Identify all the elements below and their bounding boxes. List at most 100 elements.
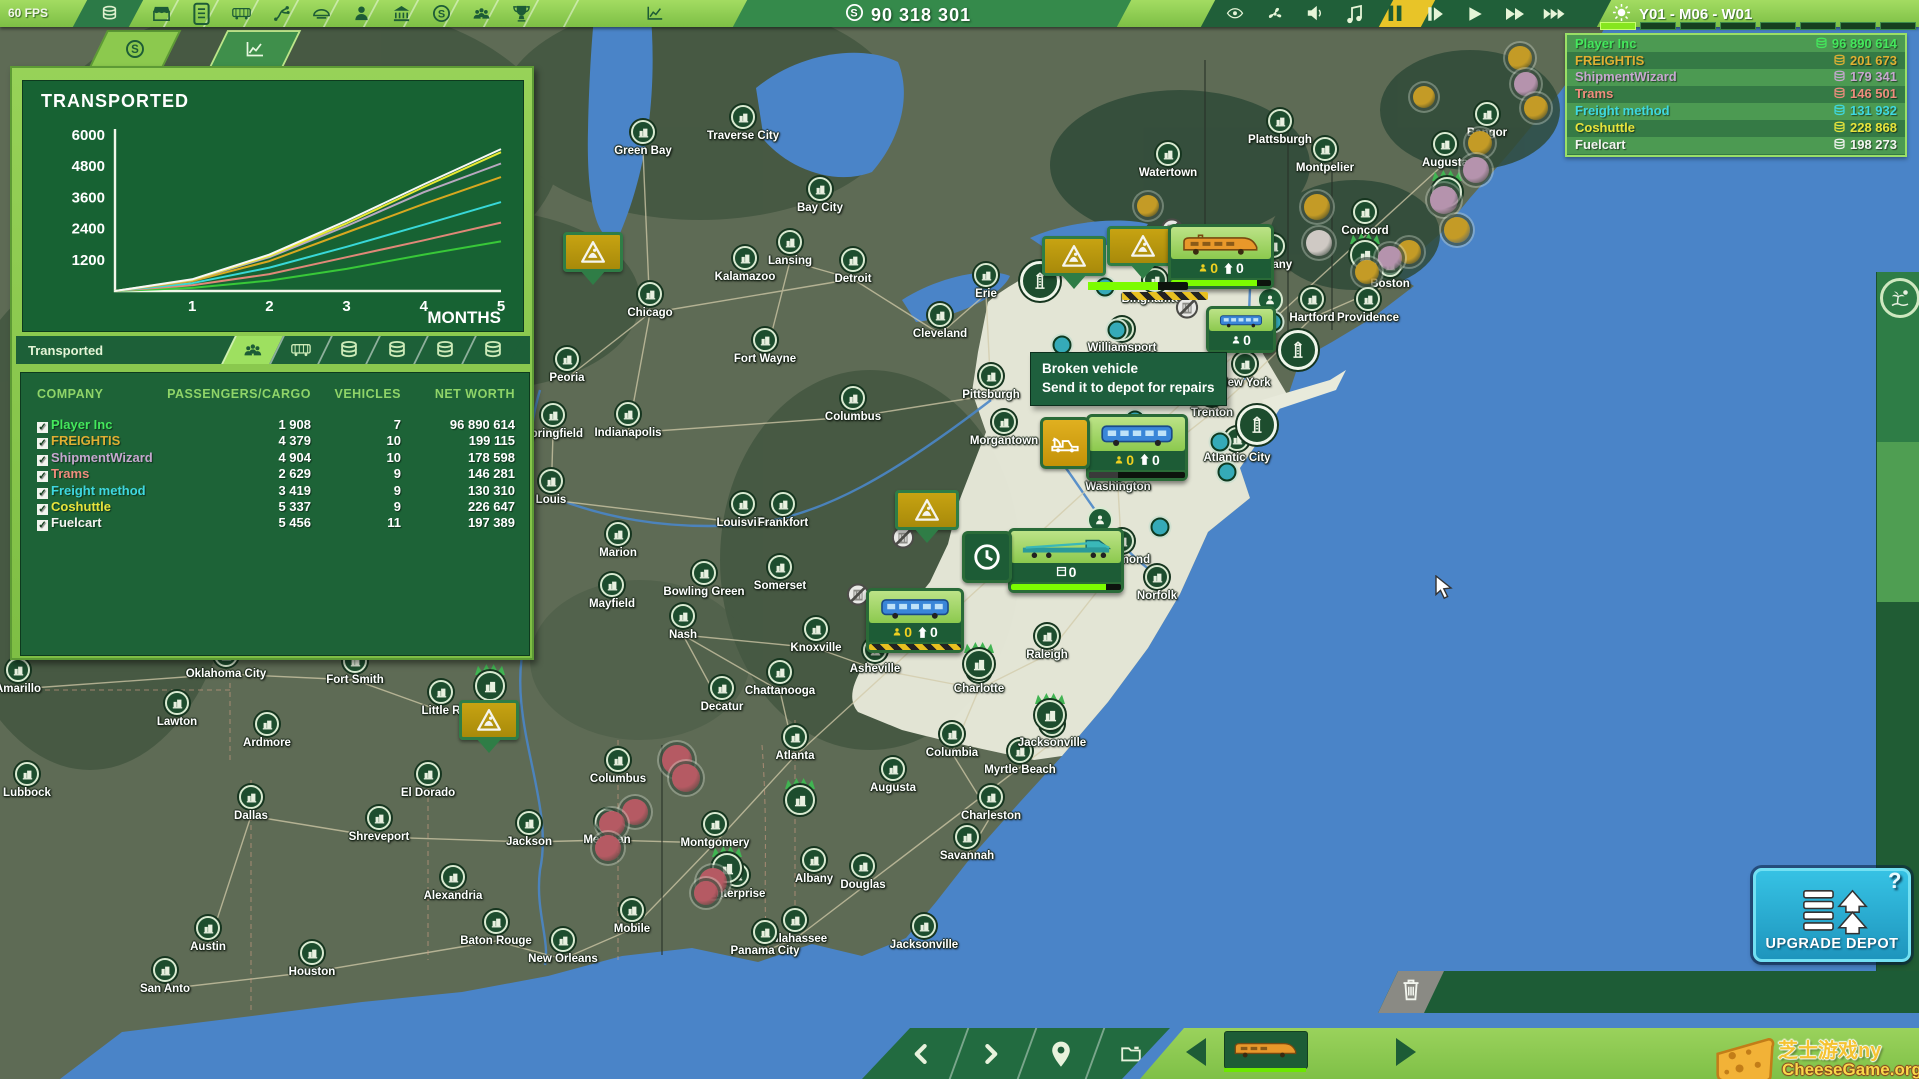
metro-city-marker[interactable] bbox=[1237, 405, 1277, 445]
city-marker[interactable] bbox=[153, 958, 177, 982]
city-marker[interactable] bbox=[731, 492, 755, 516]
company-checkbox[interactable]: ✓ bbox=[37, 471, 48, 482]
city-marker[interactable] bbox=[955, 825, 979, 849]
music-button[interactable] bbox=[1342, 3, 1368, 24]
city-marker[interactable] bbox=[783, 908, 807, 932]
city-marker[interactable] bbox=[808, 177, 832, 201]
city-marker[interactable] bbox=[367, 806, 391, 830]
leaderboard-row[interactable]: FREIGHTIS201 673 bbox=[1567, 52, 1905, 69]
city-marker[interactable] bbox=[600, 573, 624, 597]
fff-button[interactable] bbox=[1542, 3, 1568, 24]
company-checkbox[interactable]: ✓ bbox=[37, 504, 48, 515]
resource-dot[interactable] bbox=[1355, 260, 1379, 284]
vehicle-status-popup[interactable]: 0 bbox=[1206, 306, 1276, 353]
company-checkbox[interactable]: ✓ bbox=[37, 488, 48, 499]
city-marker[interactable] bbox=[771, 492, 795, 516]
fan-button[interactable] bbox=[1262, 3, 1288, 24]
city-marker[interactable] bbox=[804, 617, 828, 641]
city-marker[interactable] bbox=[1233, 352, 1257, 376]
city-marker[interactable] bbox=[165, 691, 189, 715]
city-marker[interactable] bbox=[539, 469, 563, 493]
company-checkbox[interactable]: ✓ bbox=[37, 455, 48, 466]
city-marker[interactable] bbox=[841, 248, 865, 272]
resource-dot[interactable] bbox=[1430, 186, 1458, 214]
resource-dot[interactable] bbox=[599, 811, 625, 837]
chevron-left-button[interactable] bbox=[908, 1041, 934, 1067]
city-marker[interactable] bbox=[753, 328, 777, 352]
industry-marker[interactable] bbox=[1035, 700, 1065, 730]
tow-truck-icon[interactable] bbox=[1040, 417, 1090, 469]
city-marker[interactable] bbox=[606, 748, 630, 772]
station-dot[interactable] bbox=[1211, 433, 1230, 452]
city-marker[interactable] bbox=[1475, 102, 1499, 126]
city-marker[interactable] bbox=[671, 604, 695, 628]
city-marker[interactable] bbox=[768, 660, 792, 684]
city-marker[interactable] bbox=[300, 941, 324, 965]
resource-dot[interactable] bbox=[595, 835, 621, 861]
city-marker[interactable] bbox=[778, 230, 802, 254]
resource-dot[interactable] bbox=[1378, 246, 1402, 270]
coin-s-icon[interactable]: S bbox=[428, 3, 454, 24]
resource-dot[interactable] bbox=[1508, 46, 1532, 70]
city-marker[interactable] bbox=[620, 898, 644, 922]
breakdown-warning-marker[interactable] bbox=[563, 232, 623, 298]
city-marker[interactable] bbox=[255, 712, 279, 736]
carousel-prev-button[interactable] bbox=[1186, 1038, 1206, 1066]
chart-icon[interactable] bbox=[642, 3, 668, 24]
carousel-next-button[interactable] bbox=[1396, 1038, 1416, 1066]
step-play-button[interactable] bbox=[1422, 3, 1448, 24]
city-marker[interactable] bbox=[616, 402, 640, 426]
city-marker[interactable] bbox=[692, 561, 716, 585]
route-icon[interactable] bbox=[268, 3, 294, 24]
resource-dot[interactable] bbox=[1444, 217, 1470, 243]
city-marker[interactable] bbox=[841, 386, 865, 410]
station-dot[interactable] bbox=[1151, 518, 1170, 537]
document-icon[interactable] bbox=[188, 3, 214, 24]
resource-dot[interactable] bbox=[1413, 86, 1435, 108]
leaderboard-row[interactable]: Trams146 501 bbox=[1567, 85, 1905, 102]
city-marker[interactable] bbox=[1353, 200, 1377, 224]
breakdown-warning-marker[interactable] bbox=[895, 490, 959, 556]
resource-dot[interactable] bbox=[1514, 72, 1538, 96]
breakdown-warning-marker[interactable] bbox=[459, 700, 519, 766]
station-dot[interactable] bbox=[1108, 321, 1127, 340]
city-marker[interactable] bbox=[928, 303, 952, 327]
vehicle-status-popup[interactable]: 0 bbox=[1008, 528, 1124, 593]
city-marker[interactable] bbox=[940, 722, 964, 746]
city-marker[interactable] bbox=[1313, 137, 1337, 161]
city-marker[interactable] bbox=[638, 282, 662, 306]
city-marker[interactable] bbox=[1300, 287, 1324, 311]
leaderboard-row[interactable]: Freight method131 932 bbox=[1567, 102, 1905, 119]
leaderboard-row[interactable]: ShipmentWizard179 341 bbox=[1567, 69, 1905, 86]
city-marker[interactable] bbox=[1145, 565, 1169, 589]
city-marker[interactable] bbox=[979, 785, 1003, 809]
company-table[interactable]: COMPANYPASSENGERS/CARGOVEHICLESNET WORTH… bbox=[20, 372, 530, 656]
vehicle-thumbnail[interactable] bbox=[1224, 1031, 1308, 1069]
city-marker[interactable] bbox=[441, 865, 465, 889]
city-marker[interactable] bbox=[1356, 287, 1380, 311]
city-marker[interactable] bbox=[555, 347, 579, 371]
company-checkbox[interactable]: ✓ bbox=[37, 422, 48, 433]
leaderboard-row[interactable]: Fuelcart198 273 bbox=[1567, 136, 1905, 153]
city-marker[interactable] bbox=[1268, 109, 1292, 133]
bus-icon[interactable] bbox=[228, 3, 254, 24]
city-marker[interactable] bbox=[239, 785, 263, 809]
stats-tab-chart[interactable] bbox=[209, 30, 302, 68]
city-marker[interactable] bbox=[733, 246, 757, 270]
city-marker[interactable] bbox=[429, 680, 453, 704]
station-dot[interactable] bbox=[1218, 463, 1237, 482]
industry-marker[interactable] bbox=[964, 649, 994, 679]
city-marker[interactable] bbox=[551, 928, 575, 952]
city-marker[interactable] bbox=[753, 920, 777, 944]
city-marker[interactable] bbox=[606, 522, 630, 546]
help-question-mark[interactable]: ? bbox=[1888, 868, 1911, 894]
resource-dot[interactable] bbox=[622, 799, 648, 825]
city-marker[interactable] bbox=[484, 910, 508, 934]
city-marker[interactable] bbox=[416, 762, 440, 786]
city-marker[interactable] bbox=[802, 848, 826, 872]
city-marker[interactable] bbox=[541, 403, 565, 427]
resource-dot[interactable] bbox=[1306, 230, 1332, 256]
island-icon[interactable] bbox=[1880, 278, 1919, 318]
city-marker[interactable] bbox=[710, 676, 734, 700]
bank-icon[interactable] bbox=[388, 3, 414, 24]
